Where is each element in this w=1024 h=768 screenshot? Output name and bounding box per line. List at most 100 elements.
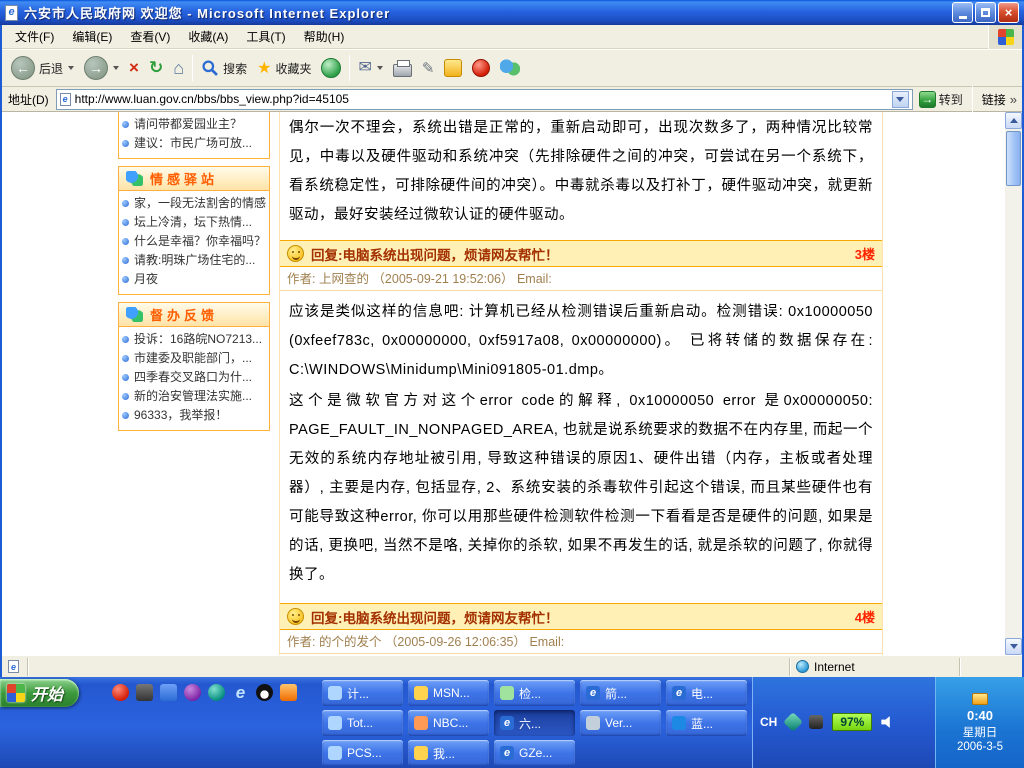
taskbar-button[interactable]: PCS...: [322, 740, 403, 766]
sidebar-topic-link[interactable]: 坛上冷清，坛下热情...: [122, 213, 266, 232]
reply-paragraph: 这个是微软官方对这个error code的解释, 0x10000050 erro…: [289, 387, 873, 590]
ie-app-icon: e: [500, 746, 514, 760]
volume-icon[interactable]: [881, 716, 894, 729]
favorites-button[interactable]: ★ 收藏夹: [252, 55, 316, 81]
start-label: 开始: [31, 681, 63, 705]
quick-launch-icon[interactable]: [160, 684, 177, 701]
go-label: 转到: [939, 91, 963, 108]
media-button[interactable]: [316, 55, 346, 81]
qq-app-icon: [472, 59, 490, 77]
sidebar-topic-link[interactable]: 家，一段无法割舍的情感: [122, 194, 266, 213]
scroll-down-button[interactable]: [1005, 638, 1022, 655]
mail-dropdown-icon[interactable]: [377, 66, 383, 70]
tray-icon-row: CH 97%: [760, 711, 894, 733]
edit-button[interactable]: ✎: [417, 58, 440, 79]
quick-launch-icon[interactable]: [184, 684, 201, 701]
sidebar-topic-link[interactable]: 市建委及职能部门，...: [122, 349, 266, 368]
qq-quick-launch-icon[interactable]: [256, 684, 273, 701]
menu-tools[interactable]: 工具(T): [237, 24, 294, 49]
windows-flag-icon: [7, 684, 25, 702]
qq-app-button[interactable]: [467, 56, 495, 80]
sidebar-topic-link[interactable]: 建议：市民广场可放...: [122, 134, 266, 153]
forward-button[interactable]: →: [79, 53, 124, 83]
sidebar-topic-link[interactable]: 什么是幸福？你幸福吗？: [122, 232, 266, 251]
forward-dropdown-icon[interactable]: [113, 66, 119, 70]
scrollbar-thumb[interactable]: [1006, 131, 1021, 186]
close-button[interactable]: ×: [998, 2, 1019, 23]
standard-toolbar: ← 后退 → × ↻ ⌂ 搜索 ★ 收藏夹 ✉ ✎: [2, 49, 1022, 87]
menu-help[interactable]: 帮助(H): [295, 24, 354, 49]
bullet-icon: [122, 336, 129, 343]
taskbar-button[interactable]: 我...: [408, 740, 489, 766]
taskbar-button[interactable]: e箭...: [580, 680, 661, 706]
sidebar-topic-link[interactable]: 投诉：16路皖NO7213...: [122, 330, 266, 349]
taskbar-button[interactable]: 蓝...: [666, 710, 747, 736]
windows-logo-icon: [998, 29, 1014, 45]
tray-app-icon[interactable]: [809, 715, 823, 729]
go-button[interactable]: → 转到: [913, 91, 969, 108]
search-icon: [201, 59, 219, 77]
quick-launch-icon[interactable]: [136, 684, 153, 701]
taskbar-button[interactable]: 计...: [322, 680, 403, 706]
antivirus-tray-icon[interactable]: [783, 712, 803, 732]
app-icon: [328, 716, 342, 730]
battery-indicator[interactable]: 97%: [832, 713, 872, 731]
task-button-area: 计... MSN... 检... e箭... e电... Tot... NBC.…: [322, 680, 747, 766]
clock-panel[interactable]: 0:40 星期日 2006-3-5: [935, 677, 1024, 768]
vertical-scrollbar[interactable]: [1005, 112, 1022, 655]
reply-title: 回复:电脑系统出现问题，烦请网友帮忙！: [311, 607, 559, 627]
taskbar-button[interactable]: 检...: [494, 680, 575, 706]
taskbar-button[interactable]: Tot...: [322, 710, 403, 736]
status-spacer-cell: [960, 658, 1022, 676]
refresh-button[interactable]: ↻: [144, 55, 168, 81]
sidebar-topic-link[interactable]: 四季春交叉路口为什...: [122, 368, 266, 387]
taskbar-button[interactable]: MSN...: [408, 680, 489, 706]
minimize-button[interactable]: [952, 2, 973, 23]
smiley-icon: [287, 608, 304, 625]
sidebar-topic-link[interactable]: 请问带都爱园业主？: [122, 115, 266, 134]
taskbar-button-active[interactable]: e六...: [494, 710, 575, 736]
search-label: 搜索: [223, 60, 247, 77]
back-dropdown-icon[interactable]: [68, 66, 74, 70]
menu-file[interactable]: 文件(F): [6, 24, 63, 49]
messenger-button[interactable]: [495, 56, 525, 80]
quick-launch-icon[interactable]: [112, 684, 129, 701]
home-button[interactable]: ⌂: [168, 55, 189, 82]
address-url: http://www.luan.gov.cn/bbs/bbs_view.php?…: [75, 92, 349, 106]
notes-app-button[interactable]: [439, 56, 467, 80]
maximize-button[interactable]: [975, 2, 996, 23]
desktop: e 六安市人民政府网 欢迎您 - Microsoft Internet Expl…: [0, 0, 1024, 768]
scroll-up-button[interactable]: [1005, 112, 1022, 129]
address-input[interactable]: e http://www.luan.gov.cn/bbs/bbs_view.ph…: [56, 89, 913, 110]
sidebar-topic-link[interactable]: 新的治安管理法实施...: [122, 387, 266, 406]
menu-edit[interactable]: 编辑(E): [63, 24, 121, 49]
sidebar-topic-link[interactable]: 月夜: [122, 270, 266, 289]
quick-launch-icon[interactable]: [280, 684, 297, 701]
print-button[interactable]: [388, 57, 417, 80]
sidebar-topic-link[interactable]: 请教:明珠广场住宅的...: [122, 251, 266, 270]
menu-favorites[interactable]: 收藏(A): [179, 24, 237, 49]
ie-quick-launch-icon[interactable]: e: [232, 684, 249, 701]
app-icon: [500, 686, 514, 700]
minimize-icon: [959, 16, 967, 19]
language-indicator[interactable]: CH: [760, 715, 777, 729]
search-button[interactable]: 搜索: [196, 56, 252, 80]
taskbar-button[interactable]: eGZe...: [494, 740, 575, 766]
taskbar-button[interactable]: NBC...: [408, 710, 489, 736]
url-page-icon: e: [60, 93, 71, 106]
mail-button[interactable]: ✉: [353, 57, 387, 79]
start-button[interactable]: 开始: [0, 679, 79, 707]
title-bar[interactable]: e 六安市人民政府网 欢迎您 - Microsoft Internet Expl…: [0, 0, 1024, 25]
back-button[interactable]: ← 后退: [6, 53, 79, 83]
taskbar-button[interactable]: Ver...: [580, 710, 661, 736]
bullet-icon: [122, 200, 129, 207]
stop-button[interactable]: ×: [124, 55, 144, 81]
taskbar-button[interactable]: e电...: [666, 680, 747, 706]
section-title: 情感驿站: [150, 169, 218, 188]
links-label[interactable]: 链接: [976, 91, 1010, 108]
menu-view[interactable]: 查看(V): [121, 24, 179, 49]
quick-launch-icon[interactable]: [208, 684, 225, 701]
links-chevron-icon[interactable]: »: [1010, 92, 1019, 107]
address-dropdown-button[interactable]: [892, 91, 909, 108]
sidebar-topic-link[interactable]: 96333，我举报！: [122, 406, 266, 425]
